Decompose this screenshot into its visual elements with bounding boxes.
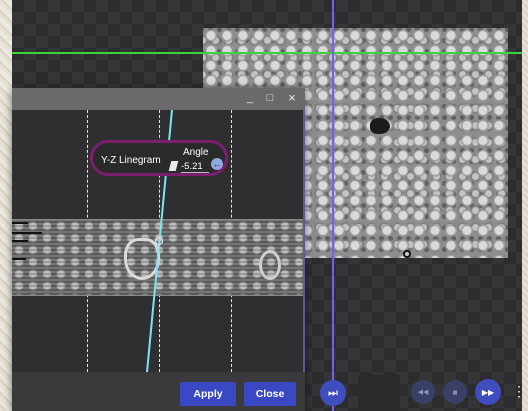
fast-forward-icon: ▶▶ [481,387,495,397]
skip-next-button[interactable]: ⏭ [320,380,346,406]
maximize-icon[interactable]: □ [263,91,277,105]
stop-icon: ■ [452,387,458,397]
em-image-feature [370,118,390,134]
fast-forward-button[interactable]: ▶▶ [475,379,501,405]
desktop-margin-right [522,0,528,411]
linegram-canvas[interactable]: Y-Z Linegram Angle -5.21 ← [12,110,305,372]
pivot-marker[interactable] [403,250,411,258]
close-button[interactable]: Close [244,382,296,406]
rewind-button[interactable]: ◀◀ [411,380,435,404]
horizontal-crosshair-line[interactable] [12,52,522,54]
more-vert-icon[interactable]: ⋮ [512,384,526,398]
controls-separator [358,375,400,411]
linegram-dialog: _ □ × Y-Z Linegram Angle -5.21 ← Apply C… [12,88,305,411]
dialog-footer: Apply Close [12,372,305,411]
linegram-panel: Y-Z Linegram Angle -5.21 ← [90,140,228,176]
edit-icon [168,161,179,171]
angle-input[interactable]: -5.21 [181,161,209,173]
apply-button[interactable]: Apply [180,382,236,406]
dialog-titlebar[interactable]: _ □ × [12,88,305,110]
angle-label: Angle [183,147,209,158]
desktop-margin-left [0,0,12,411]
vertical-crosshair-line[interactable] [332,0,334,411]
panel-title: Y-Z Linegram [101,155,161,166]
skip-next-icon: ⏭ [328,386,338,399]
rewind-icon: ◀◀ [417,389,429,396]
close-icon[interactable]: × [285,91,299,105]
minimize-icon[interactable]: _ [243,91,257,105]
arrow-left-icon[interactable]: ← [211,158,223,170]
stop-button[interactable]: ■ [443,380,467,404]
